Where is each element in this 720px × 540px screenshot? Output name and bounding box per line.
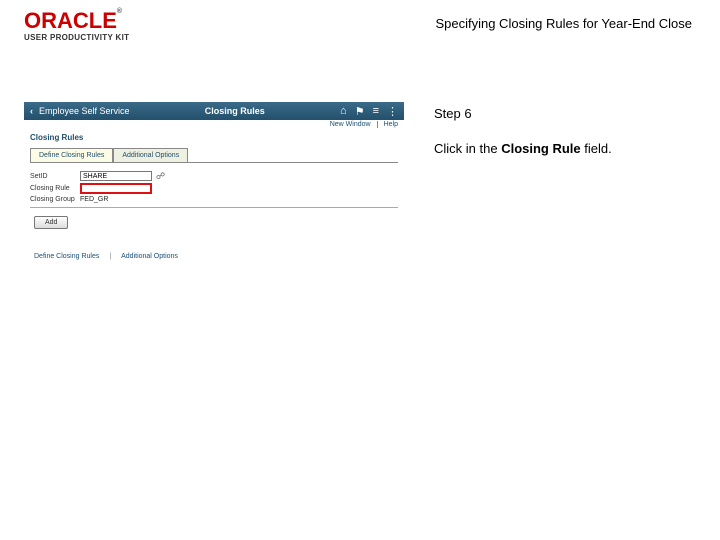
instruction-panel: Step 6 Click in the Closing Rule field. xyxy=(434,106,612,156)
divider xyxy=(30,207,398,208)
footer-sep: | xyxy=(105,253,115,260)
instruction-text: Click in the Closing Rule field. xyxy=(434,141,612,156)
closing-rule-highlight xyxy=(80,183,152,194)
closing-group-label: Closing Group xyxy=(30,196,76,203)
add-button[interactable]: Add xyxy=(34,216,68,229)
nav-list-icon[interactable]: ≡ xyxy=(373,105,379,118)
setid-label: SetID xyxy=(30,173,76,180)
oracle-wordmark: ORACLE® xyxy=(24,10,129,32)
tab-additional-options[interactable]: Additional Options xyxy=(113,148,188,162)
oracle-logo: ORACLE® USER PRODUCTIVITY KIT xyxy=(24,10,129,42)
footer-link-define-closing-rules[interactable]: Define Closing Rules xyxy=(30,253,103,260)
instruction-text-pre: Click in the xyxy=(434,141,501,156)
app-subbar: New Window Help xyxy=(24,120,404,129)
back-chevron-icon[interactable]: ‹ xyxy=(30,106,33,116)
section-heading: Closing Rules xyxy=(24,129,404,148)
step-number: Step 6 xyxy=(434,106,612,121)
setid-input[interactable] xyxy=(80,171,152,181)
instruction-text-bold: Closing Rule xyxy=(501,141,580,156)
footer-link-additional-options[interactable]: Additional Options xyxy=(117,253,182,260)
closing-group-value: FED_GR xyxy=(80,196,108,203)
tab-define-closing-rules[interactable]: Define Closing Rules xyxy=(30,148,113,162)
closing-rule-input[interactable] xyxy=(82,185,150,192)
new-window-link[interactable]: New Window xyxy=(330,121,371,128)
actions-menu-icon[interactable]: ⋮ xyxy=(387,105,398,118)
tab-strip: Define Closing Rules Additional Options xyxy=(30,148,398,163)
setid-lookup-icon[interactable]: ☍ xyxy=(156,171,164,181)
form-area: SetID ☍ Closing Rule Closing Group FED_G… xyxy=(24,163,404,235)
flag-icon[interactable]: ⚑ xyxy=(355,105,365,118)
home-icon[interactable]: ⌂ xyxy=(340,105,347,118)
page-title: Specifying Closing Rules for Year-End Cl… xyxy=(435,16,692,31)
app-bar-title: Closing Rules xyxy=(130,106,341,116)
back-label[interactable]: Employee Self Service xyxy=(39,106,130,116)
closing-rule-label: Closing Rule xyxy=(30,185,76,192)
app-title-bar: ‹ Employee Self Service Closing Rules ⌂ … xyxy=(24,102,404,120)
oracle-logo-subtitle: USER PRODUCTIVITY KIT xyxy=(24,34,129,42)
embedded-app-screenshot: ‹ Employee Self Service Closing Rules ⌂ … xyxy=(24,102,404,266)
instruction-text-post: field. xyxy=(581,141,612,156)
help-link[interactable]: Help xyxy=(377,121,398,128)
footer-tab-links: Define Closing Rules | Additional Option… xyxy=(30,253,398,260)
